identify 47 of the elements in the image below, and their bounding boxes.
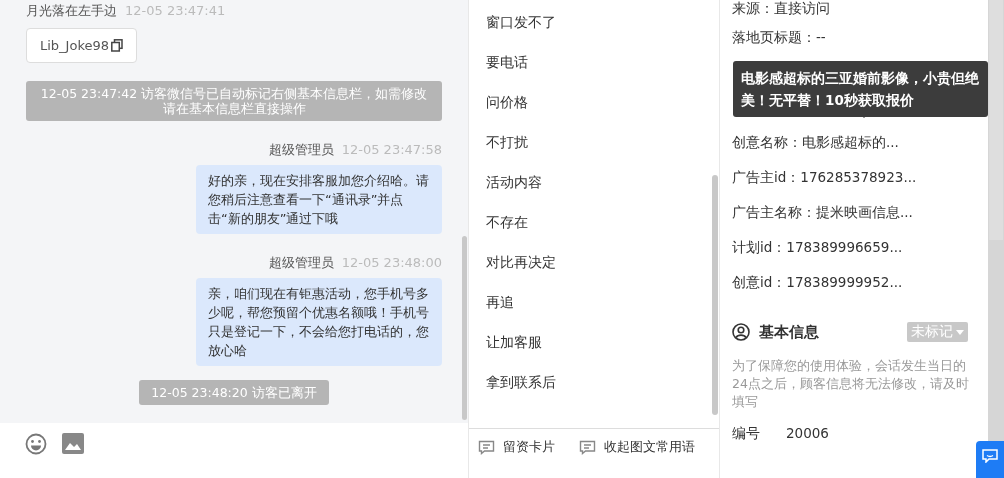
sender-name: 月光落在左手边: [26, 2, 117, 20]
quick-reply-item[interactable]: 对比再决定: [486, 252, 556, 272]
info-field: 创意id：178389999952...: [732, 273, 903, 292]
quick-reply-item[interactable]: 要电话: [486, 52, 528, 72]
quick-reply-item[interactable]: 不存在: [486, 212, 528, 232]
info-field: 来源：直接访问: [732, 0, 830, 18]
field-value: 20006: [786, 425, 829, 443]
emoji-icon[interactable]: [25, 433, 47, 455]
action-button[interactable]: 留资卡片: [478, 438, 555, 456]
sender-name: 超级管理员: [268, 141, 334, 159]
message-bubble: 亲，咱们现在有钜惠活动，您手机号多少呢，帮您预留个优惠名额哦！手机号只是登记一下，不会给您打电话的，您放心哈: [196, 278, 442, 366]
system-notice: 12-05 23:47:42 访客微信号已自动标记右侧基本信息栏，如需修改请在基本信息栏直接操作: [26, 81, 442, 121]
info-field: 创意名称：电影感超标的...: [732, 133, 899, 152]
sender-name: 超级管理员: [268, 254, 334, 272]
scrollbar[interactable]: [462, 236, 467, 420]
message-time: 12-05 23:48:00: [341, 255, 442, 270]
action-button[interactable]: 收起图文常用语: [579, 438, 695, 456]
quick-reply-item[interactable]: 再追: [486, 292, 514, 312]
comment-icon: [478, 439, 495, 455]
section-title: 基本信息: [759, 322, 820, 342]
quick-reply-item[interactable]: 拿到联系后: [486, 372, 556, 392]
info-field: 广告主id：176285378923...: [732, 168, 917, 187]
message-bubble: 好的亲，现在安排客服加您介绍哈。请您稍后注意查看一下“通讯录”并点击“新的朋友”通过下哦: [196, 165, 442, 234]
message-time: 12-05 23:47:41: [125, 3, 226, 18]
image-icon[interactable]: [62, 433, 84, 454]
scrollbar[interactable]: [989, 0, 1003, 240]
copy-icon[interactable]: [111, 39, 123, 52]
quick-reply-item[interactable]: 活动内容: [486, 172, 542, 192]
chat-float-button[interactable]: [976, 441, 1004, 478]
comment-icon: [579, 439, 596, 455]
quick-reply-item[interactable]: 窗口发不了: [486, 12, 556, 32]
tooltip: 电影感超标的三亚婚前影像，小贵但绝美！无平替！10秒获取报价: [733, 61, 988, 117]
user-icon: [732, 323, 750, 341]
wechat-id-card[interactable]: Lib_Joke98: [26, 28, 137, 63]
quick-reply-item[interactable]: 问价格: [486, 92, 528, 112]
caret-icon: [956, 329, 964, 335]
quick-reply-item[interactable]: 不打扰: [486, 132, 528, 152]
info-field: 广告主名称：提米映画信息...: [732, 203, 913, 222]
message-time: 12-05 23:47:58: [341, 142, 442, 157]
info-field: 落地页标题：--: [732, 28, 826, 47]
system-notice: 12-05 23:48:20 访客已离开: [139, 380, 329, 405]
info-note: 为了保障您的使用体验，会话发生当日的24点之后，顾客信息将无法修改，请及时填写: [732, 357, 970, 411]
scrollbar[interactable]: [712, 175, 718, 415]
quick-reply-item[interactable]: 让加客服: [486, 332, 542, 352]
info-field: 计划id：178389996659...: [732, 238, 903, 257]
field-label: 编号: [732, 425, 760, 443]
message-icon: [982, 449, 998, 463]
